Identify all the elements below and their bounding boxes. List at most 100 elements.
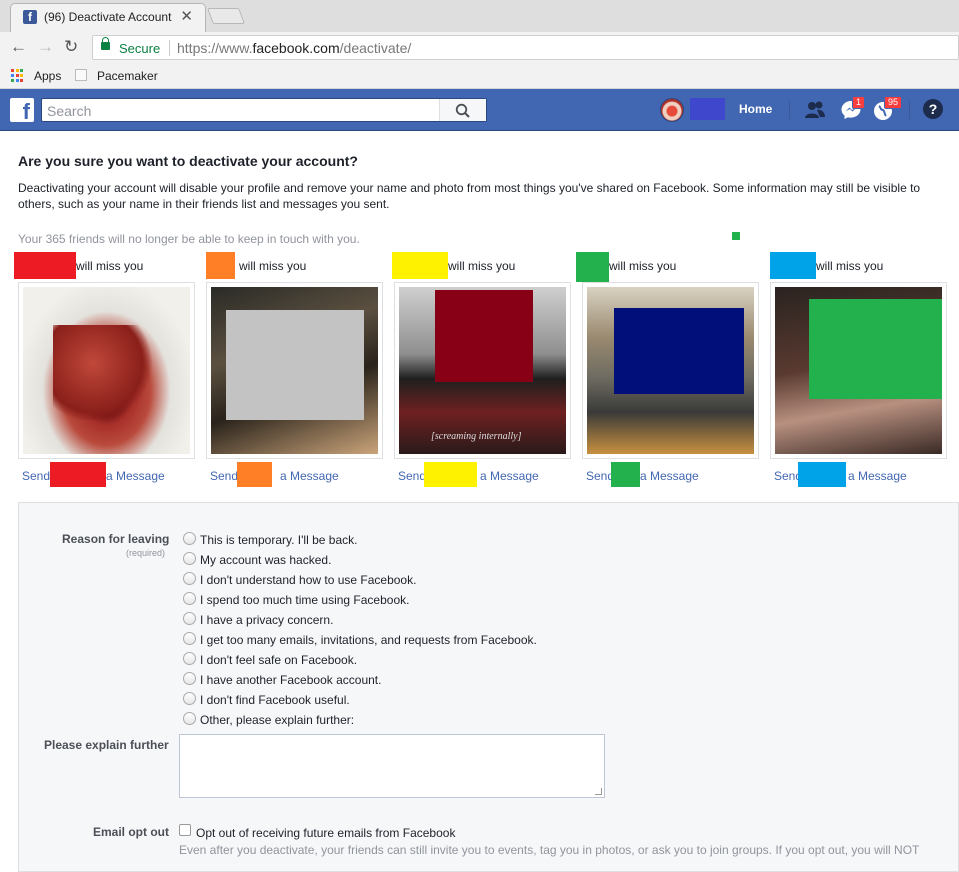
reason-option-label[interactable]: Other, please explain further: xyxy=(200,713,354,727)
friend-requests-icon[interactable] xyxy=(804,99,826,121)
send-link-suffix[interactable]: a Message xyxy=(640,469,699,483)
send-link-suffix[interactable]: a Message xyxy=(480,469,539,483)
friend-name-redacted[interactable] xyxy=(576,252,609,282)
will-miss-you-label: will miss you xyxy=(239,259,307,273)
send-name-redacted[interactable] xyxy=(237,462,272,487)
friend-card: will miss you Send a Message xyxy=(770,252,950,492)
help-icon[interactable]: ? xyxy=(923,99,943,119)
radio-button[interactable] xyxy=(183,592,196,605)
profile-name-redacted[interactable] xyxy=(690,98,725,120)
bookmark-pacemaker[interactable]: Pacemaker xyxy=(97,69,158,83)
apps-grid-icon[interactable] xyxy=(11,69,24,82)
reason-option-label[interactable]: I don't find Facebook useful. xyxy=(200,693,350,707)
page-title: Are you sure you want to deactivate your… xyxy=(18,153,358,169)
send-link-prefix[interactable]: Send xyxy=(22,469,50,483)
resize-grip-icon[interactable] xyxy=(595,788,602,795)
will-miss-you-label: will miss you xyxy=(816,259,884,273)
reason-option-label[interactable]: I have a privacy concern. xyxy=(200,613,333,627)
send-link-prefix[interactable]: Send xyxy=(398,469,426,483)
friend-name-redacted[interactable] xyxy=(14,252,76,279)
send-name-redacted[interactable] xyxy=(798,462,846,487)
radio-button[interactable] xyxy=(183,612,196,625)
reason-option-label[interactable]: I don't feel safe on Facebook. xyxy=(200,653,357,667)
header-divider xyxy=(909,101,910,119)
notifications-globe-icon[interactable]: 95 xyxy=(872,96,903,121)
redaction-mark xyxy=(732,232,740,240)
radio-button[interactable] xyxy=(183,692,196,705)
search-button[interactable] xyxy=(439,99,486,121)
explain-further-label: Please explain further xyxy=(44,738,169,752)
facebook-favicon-icon: f xyxy=(23,10,37,24)
friend-photo[interactable] xyxy=(18,282,195,459)
reason-option-label[interactable]: My account was hacked. xyxy=(200,553,331,567)
reason-option-label[interactable]: I spend too much time using Facebook. xyxy=(200,593,409,607)
radio-button[interactable] xyxy=(183,552,196,565)
address-bar[interactable]: Secure https://www.facebook.com/deactiva… xyxy=(92,35,959,60)
url-host: facebook.com xyxy=(252,40,340,56)
friends-note: Your 365 friends will no longer be able … xyxy=(18,232,360,246)
forward-arrow-icon[interactable]: → xyxy=(37,37,54,57)
url-divider xyxy=(169,40,170,56)
friend-card: will miss you Send a Message xyxy=(576,252,762,492)
facebook-logo-icon[interactable]: f xyxy=(10,98,34,122)
required-label: (required) xyxy=(126,548,166,558)
photo-heart-potato xyxy=(53,325,153,420)
send-link-suffix[interactable]: a Message xyxy=(848,469,907,483)
radio-button[interactable] xyxy=(183,532,196,545)
home-link[interactable]: Home xyxy=(739,102,772,116)
radio-button[interactable] xyxy=(183,712,196,725)
friend-photo[interactable] xyxy=(206,282,383,459)
friend-photo[interactable] xyxy=(582,282,759,459)
will-miss-you-label: will miss you xyxy=(448,259,516,273)
messages-badge: 1 xyxy=(852,96,866,109)
friend-name-redacted[interactable] xyxy=(206,252,235,279)
reload-icon[interactable]: ↻ xyxy=(64,37,78,57)
radio-button[interactable] xyxy=(183,672,196,685)
search-icon xyxy=(455,103,470,118)
facebook-header: f Search Home 1 95 ? xyxy=(0,89,959,131)
friend-photo[interactable]: [screaming internally] xyxy=(394,282,571,459)
page-description: Deactivating your account will disable y… xyxy=(18,181,921,211)
bookmark-apps[interactable]: Apps xyxy=(34,69,61,83)
friend-name-redacted[interactable] xyxy=(770,252,816,279)
lock-icon xyxy=(101,37,110,50)
friend-name-redacted[interactable] xyxy=(392,252,448,279)
email-opt-out-text[interactable]: Opt out of receiving future emails from … xyxy=(196,826,455,840)
send-link-prefix[interactable]: Send xyxy=(210,469,238,483)
secure-label: Secure xyxy=(119,41,161,56)
friend-card: will miss you Send a Message xyxy=(206,252,386,492)
radio-button[interactable] xyxy=(183,572,196,585)
profile-avatar[interactable] xyxy=(660,98,684,122)
send-name-redacted[interactable] xyxy=(50,462,106,487)
browser-tab[interactable]: f (96) Deactivate Account ✕ xyxy=(10,3,206,32)
email-opt-out-checkbox[interactable] xyxy=(179,824,191,836)
email-opt-out-note: Even after you deactivate, your friends … xyxy=(179,843,920,857)
reason-option-label[interactable]: This is temporary. I'll be back. xyxy=(200,533,357,547)
photo-redaction xyxy=(435,290,533,382)
reason-for-leaving-label: Reason for leaving xyxy=(62,532,170,546)
browser-toolbar: ← → ↻ Secure https://www.facebook.com/de… xyxy=(0,32,959,62)
back-arrow-icon[interactable]: ← xyxy=(10,37,27,57)
page-icon xyxy=(75,69,87,81)
search-input[interactable]: Search xyxy=(41,98,487,122)
notifications-badge: 95 xyxy=(884,96,903,109)
new-tab-button[interactable] xyxy=(207,8,245,24)
messages-icon[interactable]: 1 xyxy=(840,96,866,121)
photo-redaction xyxy=(614,308,744,394)
send-name-redacted[interactable] xyxy=(611,462,640,487)
tab-title: (96) Deactivate Account xyxy=(44,10,172,24)
radio-button[interactable] xyxy=(183,652,196,665)
send-link-suffix[interactable]: a Message xyxy=(280,469,339,483)
friend-photo[interactable] xyxy=(770,282,947,459)
explain-further-textarea[interactable] xyxy=(179,734,605,798)
photo-redaction xyxy=(226,310,364,420)
send-link-prefix[interactable]: Send xyxy=(586,469,614,483)
reason-option-label[interactable]: I have another Facebook account. xyxy=(200,673,381,687)
reason-option-label[interactable]: I don't understand how to use Facebook. xyxy=(200,573,416,587)
reason-option-label[interactable]: I get too many emails, invitations, and … xyxy=(200,633,537,647)
friend-card: will miss you Send a Message xyxy=(14,252,198,492)
send-name-redacted[interactable] xyxy=(424,462,477,487)
send-link-suffix[interactable]: a Message xyxy=(106,469,165,483)
tab-close-icon[interactable]: ✕ xyxy=(180,7,193,25)
radio-button[interactable] xyxy=(183,632,196,645)
